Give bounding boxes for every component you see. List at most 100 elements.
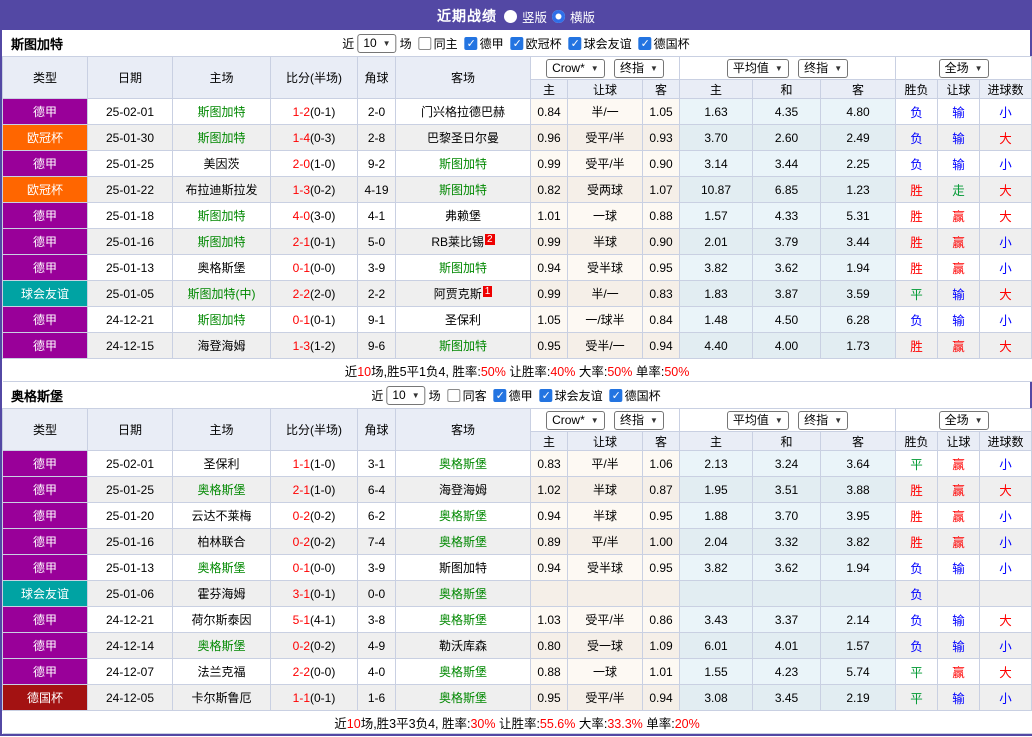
score-cell: 1-1(0-1) — [270, 684, 358, 711]
half-time-score: (1-0) — [310, 482, 336, 497]
away-team-link[interactable]: 阿贾克斯 1 — [395, 280, 531, 307]
home-team-link[interactable]: 法兰克福 — [172, 658, 271, 685]
league-checkbox-bundesliga[interactable] — [464, 36, 478, 50]
home-team-link[interactable]: 卡尔斯鲁厄 — [172, 684, 271, 711]
away-team-link[interactable]: 斯图加特 — [395, 176, 531, 203]
home-team-link[interactable]: 奥格斯堡 — [172, 476, 271, 503]
avg-away-odds: 3.64 — [819, 450, 897, 477]
full-time-score: 0-2 — [292, 508, 310, 523]
match-date: 25-01-16 — [87, 228, 173, 255]
away-team-link[interactable]: 圣保利 — [395, 306, 531, 333]
away-team-link[interactable]: 奥格斯堡 — [395, 684, 531, 711]
league-checkbox-cup[interactable] — [638, 36, 652, 50]
odds-time-select[interactable]: 终指 ▼ — [614, 410, 664, 430]
home-team-link[interactable]: 斯图加特 — [172, 202, 271, 229]
away-team-link[interactable]: 斯图加特 — [395, 254, 531, 281]
league-label-cup[interactable]: 德国杯 — [625, 387, 661, 404]
home-team-link[interactable]: 奥格斯堡 — [172, 254, 271, 281]
match-count-select[interactable]: 10 ▼ — [386, 385, 426, 405]
away-team-link[interactable]: 奥格斯堡 — [395, 502, 531, 529]
avg-home-odds: 1.88 — [679, 502, 753, 529]
league-checkbox-bundesliga[interactable] — [493, 388, 507, 402]
league-label-bundesliga[interactable]: 德甲 — [480, 35, 504, 52]
away-team-link[interactable]: 斯图加特 — [395, 554, 531, 581]
league-type-badge: 德甲 — [2, 150, 88, 177]
away-team-link[interactable]: 斯图加特 — [395, 150, 531, 177]
page-title: 近期战绩 — [436, 8, 497, 24]
league-type-badge: 德甲 — [2, 632, 88, 659]
league-label-friendly[interactable]: 球会友谊 — [584, 35, 632, 52]
league-checkbox-friendly[interactable] — [539, 388, 553, 402]
result-handicap: 输 — [937, 124, 981, 151]
average-selects-cell: 平均值 ▼ 终指 ▼ — [678, 56, 897, 80]
corner-count: 7-4 — [357, 528, 396, 555]
home-team-link[interactable]: 荷尔斯泰因 — [172, 606, 271, 633]
away-team-link[interactable]: 斯图加特 — [395, 332, 531, 359]
chevron-down-icon: ▼ — [834, 63, 843, 73]
avg-select[interactable]: 平均值 ▼ — [726, 58, 789, 78]
same-home-checkbox[interactable] — [418, 36, 432, 50]
radio-horizontal-label[interactable]: 横版 — [570, 7, 595, 26]
league-type-badge: 球会友谊 — [2, 580, 88, 607]
home-team-link[interactable]: 圣保利 — [172, 450, 271, 477]
league-label-bundesliga[interactable]: 德甲 — [509, 387, 533, 404]
home-team-link[interactable]: 奥格斯堡 — [172, 554, 271, 581]
scope-select[interactable]: 全场 ▼ — [938, 410, 989, 430]
home-team-link[interactable]: 斯图加特 — [172, 306, 271, 333]
odds-source-select[interactable]: Crow* ▼ — [546, 58, 605, 78]
home-team-link[interactable]: 美因茨 — [172, 150, 271, 177]
league-checkbox-ucl[interactable] — [510, 36, 524, 50]
handicap-away-odds: 0.87 — [642, 476, 680, 503]
home-team-link[interactable]: 布拉迪斯拉发 — [172, 176, 271, 203]
home-team-name: 斯图加特 — [197, 235, 246, 249]
home-team-link[interactable]: 斯图加特(中) — [172, 280, 271, 307]
home-team-link[interactable]: 霍芬海姆 — [172, 580, 271, 607]
league-label-friendly[interactable]: 球会友谊 — [555, 387, 603, 404]
away-team-link[interactable]: RB莱比锡 2 — [395, 228, 531, 255]
home-team-link[interactable]: 斯图加特 — [172, 124, 271, 151]
score-cell: 1-4(0-3) — [270, 124, 358, 151]
match-row: 德甲 25-01-16 柏林联合 0-2(0-2) 7-4 奥格斯堡 0.89 … — [2, 528, 1032, 555]
away-team-link[interactable]: 门兴格拉德巴赫 — [395, 98, 531, 125]
home-team-link[interactable]: 云达不莱梅 — [172, 502, 271, 529]
league-label-cup[interactable]: 德国杯 — [654, 35, 690, 52]
radio-vertical-label[interactable]: 竖版 — [522, 7, 547, 26]
away-team-link[interactable]: 奥格斯堡 — [395, 528, 531, 555]
away-team-link[interactable]: 巴黎圣日尔曼 — [395, 124, 531, 151]
filter-prefix: 近 — [371, 388, 384, 403]
away-team-link[interactable]: 奥格斯堡 — [395, 606, 531, 633]
home-team-link[interactable]: 奥格斯堡 — [172, 632, 271, 659]
same-away-checkbox[interactable] — [447, 388, 461, 402]
league-checkbox-friendly[interactable] — [568, 36, 582, 50]
avg-draw-odds: 4.23 — [752, 658, 821, 685]
home-team-link[interactable]: 柏林联合 — [172, 528, 271, 555]
red-card-badge: 1 — [482, 286, 493, 297]
league-checkbox-cup[interactable] — [609, 388, 623, 402]
league-label-ucl[interactable]: 欧冠杯 — [526, 35, 562, 52]
avg-time-select[interactable]: 终指 ▼ — [798, 58, 849, 78]
same-home-label[interactable]: 同主 — [434, 35, 458, 52]
home-team-link[interactable]: 斯图加特 — [172, 98, 271, 125]
away-team-link[interactable]: 海登海姆 — [395, 476, 531, 503]
home-team-link[interactable]: 斯图加特 — [172, 228, 271, 255]
radio-horizontal[interactable] — [552, 9, 565, 23]
avg-home-odds: 3.70 — [679, 124, 753, 151]
scope-select[interactable]: 全场 ▼ — [938, 58, 989, 78]
summary-segment: 40% — [550, 364, 576, 379]
away-team-link[interactable]: 奥格斯堡 — [395, 450, 531, 477]
home-team-link[interactable]: 海登海姆 — [172, 332, 271, 359]
avg-select[interactable]: 平均值 ▼ — [726, 410, 789, 430]
odds-time-select[interactable]: 终指 ▼ — [614, 58, 664, 78]
avg-draw-odds: 3.51 — [752, 476, 821, 503]
away-team-link[interactable]: 奥格斯堡 — [395, 658, 531, 685]
match-count-select[interactable]: 10 ▼ — [357, 33, 397, 53]
col-header-type: 类型 — [2, 56, 88, 99]
away-team-link[interactable]: 奥格斯堡 — [395, 580, 531, 607]
away-team-link[interactable]: 勒沃库森 — [395, 632, 531, 659]
away-team-link[interactable]: 弗赖堡 — [395, 202, 531, 229]
corner-count: 3-8 — [357, 606, 396, 633]
radio-vertical[interactable] — [503, 9, 517, 23]
odds-source-select[interactable]: Crow* ▼ — [546, 410, 605, 430]
same-away-label[interactable]: 同客 — [463, 387, 487, 404]
avg-time-select[interactable]: 终指 ▼ — [798, 410, 849, 430]
